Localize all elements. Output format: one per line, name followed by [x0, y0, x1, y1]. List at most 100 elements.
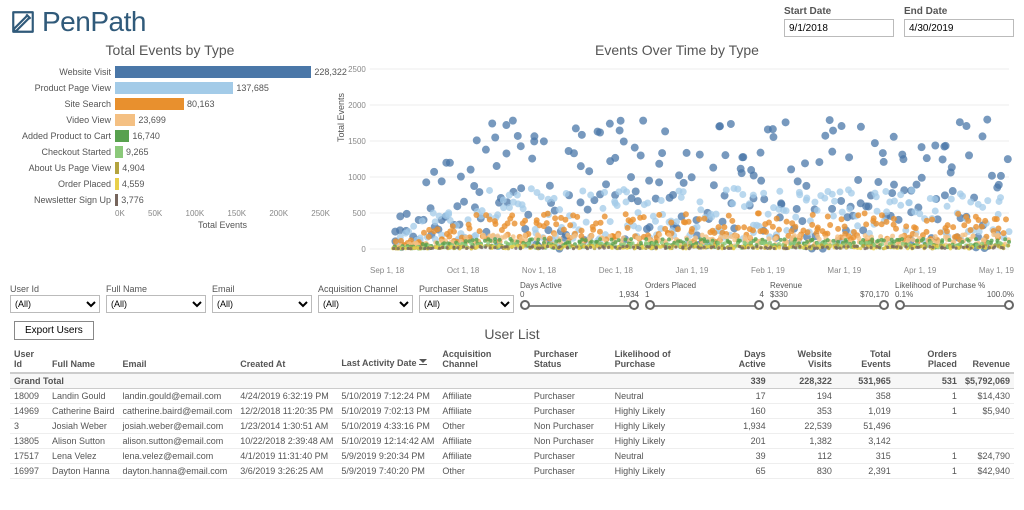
export-users-button[interactable]: Export Users	[14, 321, 94, 340]
scatter-point[interactable]	[572, 247, 575, 250]
scatter-point[interactable]	[965, 237, 969, 241]
scatter-point[interactable]	[445, 209, 452, 216]
scatter-point[interactable]	[962, 246, 965, 249]
scatter-point[interactable]	[900, 237, 904, 241]
scatter-point[interactable]	[988, 172, 996, 180]
scatter-point[interactable]	[943, 247, 946, 250]
scatter-point[interactable]	[557, 246, 560, 249]
scatter-point[interactable]	[530, 237, 534, 241]
scatter-point[interactable]	[519, 247, 522, 250]
scatter-point[interactable]	[579, 228, 585, 234]
scatter-point[interactable]	[470, 182, 478, 190]
scatter-point[interactable]	[882, 188, 889, 195]
scatter-point[interactable]	[450, 223, 456, 229]
scatter-point[interactable]	[693, 235, 698, 240]
scatter-point[interactable]	[838, 247, 841, 250]
scatter-point[interactable]	[460, 198, 468, 206]
scatter-point[interactable]	[577, 198, 585, 206]
scatter-point[interactable]	[939, 155, 947, 163]
scatter-point[interactable]	[405, 228, 412, 235]
scatter-point[interactable]	[607, 246, 610, 249]
table-header[interactable]: Purchaser Status	[530, 346, 611, 373]
scatter-point[interactable]	[514, 192, 521, 199]
scatter-point[interactable]	[756, 210, 762, 216]
scatter-point[interactable]	[913, 225, 919, 231]
scatter-point[interactable]	[547, 236, 553, 242]
scatter-point[interactable]	[765, 211, 772, 218]
scatter-point[interactable]	[435, 226, 441, 232]
scatter-point[interactable]	[597, 229, 603, 235]
scatter-point[interactable]	[826, 238, 830, 242]
scatter-point[interactable]	[965, 151, 973, 159]
scatter-point[interactable]	[392, 247, 395, 250]
scatter-point[interactable]	[639, 241, 643, 245]
scatter-point[interactable]	[787, 165, 795, 173]
scatter-point[interactable]	[489, 246, 492, 249]
table-row[interactable]: 13805Alison Suttonalison.sutton@email.co…	[10, 434, 1014, 449]
scatter-point[interactable]	[488, 120, 496, 128]
table-header[interactable]: Website Visits	[770, 346, 836, 373]
table-row[interactable]: 18009Landin Gouldlandin.gould@email.com4…	[10, 389, 1014, 404]
scatter-point[interactable]	[630, 217, 636, 223]
scatter-point[interactable]	[711, 230, 717, 236]
scatter-point[interactable]	[862, 210, 868, 216]
scatter-point[interactable]	[997, 194, 1004, 201]
scatter-point[interactable]	[712, 245, 715, 248]
scatter-point[interactable]	[855, 212, 861, 218]
scatter-point[interactable]	[915, 239, 919, 243]
scatter-point[interactable]	[793, 205, 801, 213]
scatter-point[interactable]	[951, 245, 954, 248]
scatter-point[interactable]	[565, 233, 570, 238]
scatter-point[interactable]	[598, 246, 601, 249]
scatter-point[interactable]	[546, 182, 554, 190]
scatter-point[interactable]	[959, 193, 966, 200]
scatter-point[interactable]	[837, 188, 844, 195]
scatter-point[interactable]	[741, 224, 747, 230]
scatter-point[interactable]	[466, 225, 472, 231]
scatter-point[interactable]	[783, 237, 787, 241]
scatter-point[interactable]	[768, 241, 772, 245]
scatter-point[interactable]	[997, 172, 1005, 180]
scatter-point[interactable]	[821, 246, 824, 249]
scatter-point[interactable]	[645, 177, 653, 185]
scatter-point[interactable]	[473, 136, 481, 144]
scatter-point[interactable]	[717, 246, 720, 249]
scatter-point[interactable]	[656, 212, 662, 218]
scatter-point[interactable]	[617, 238, 621, 242]
scatter-point[interactable]	[562, 217, 568, 223]
scatter-point[interactable]	[801, 159, 809, 167]
scatter-point[interactable]	[890, 181, 898, 189]
scatter-point[interactable]	[792, 233, 797, 238]
scatter-point[interactable]	[442, 241, 446, 245]
scatter-point[interactable]	[638, 247, 641, 250]
scatter-point[interactable]	[426, 227, 432, 233]
scatter-point[interactable]	[891, 216, 897, 222]
scatter-point[interactable]	[699, 246, 702, 249]
scatter-point[interactable]	[575, 245, 578, 248]
scatter-point[interactable]	[911, 237, 916, 242]
scatter-point[interactable]	[646, 223, 654, 231]
scatter-point[interactable]	[577, 162, 585, 170]
scatter-point[interactable]	[784, 219, 790, 225]
scatter-point[interactable]	[874, 178, 882, 186]
scatter-point[interactable]	[948, 196, 955, 203]
scatter-point[interactable]	[467, 166, 475, 174]
scatter-point[interactable]	[540, 137, 548, 145]
scatter-point[interactable]	[911, 247, 914, 250]
scatter-point[interactable]	[447, 217, 454, 224]
scatter-point[interactable]	[451, 229, 457, 235]
scatter-point[interactable]	[599, 205, 606, 212]
scatter-point[interactable]	[538, 247, 541, 250]
scatter-point[interactable]	[848, 190, 855, 197]
scatter-point[interactable]	[766, 236, 771, 241]
slider-likelihood[interactable]: Likelihood of Purchase % 0.1%100.0%	[895, 281, 1014, 313]
scatter-point[interactable]	[616, 126, 624, 134]
scatter-point[interactable]	[520, 220, 526, 226]
scatter-point[interactable]	[657, 232, 662, 237]
scatter-point[interactable]	[773, 236, 778, 241]
scatter-point[interactable]	[648, 245, 651, 248]
scatter-point[interactable]	[422, 178, 430, 186]
scatter-point[interactable]	[842, 224, 848, 230]
scatter-point[interactable]	[856, 245, 859, 248]
scatter-point[interactable]	[839, 216, 845, 222]
